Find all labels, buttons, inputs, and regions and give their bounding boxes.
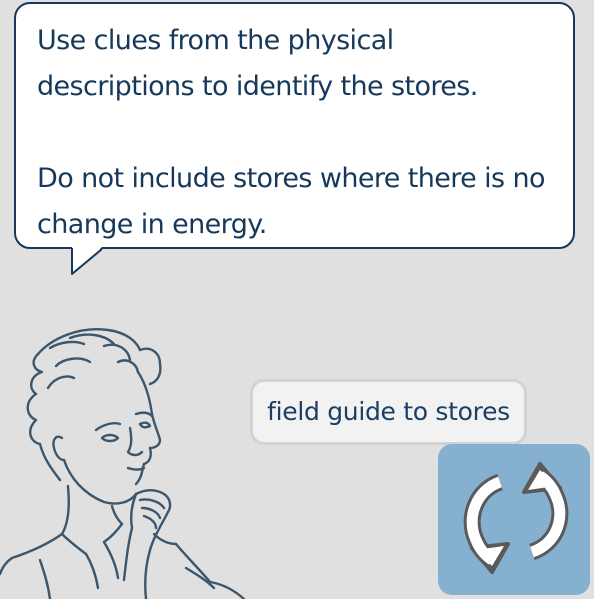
speech-bubble: Use clues from the physical descriptions… xyxy=(14,2,575,249)
refresh-button[interactable] xyxy=(438,444,590,595)
thinking-person-illustration xyxy=(0,328,246,599)
instruction-text-1: Use clues from the physical descriptions… xyxy=(37,25,478,102)
field-guide-button[interactable]: field guide to stores xyxy=(250,379,527,445)
field-guide-label: field guide to stores xyxy=(267,397,510,426)
refresh-icon xyxy=(463,462,569,574)
instruction-text-2: Do not include stores where there is no … xyxy=(37,163,546,240)
